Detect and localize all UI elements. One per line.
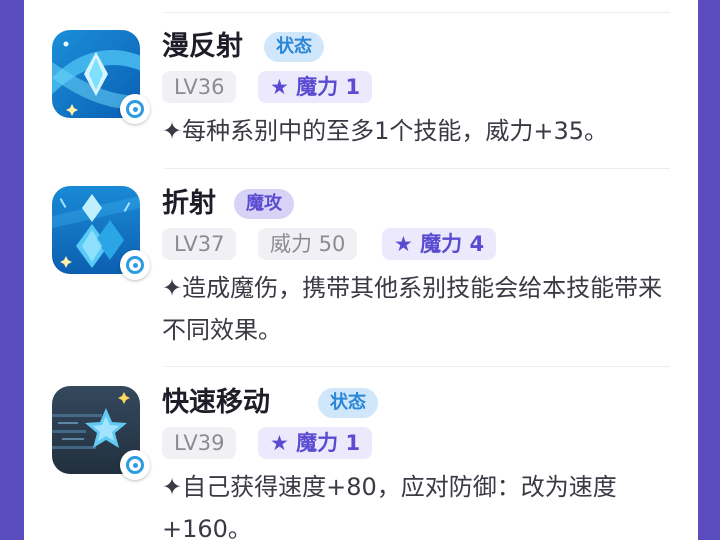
divider — [164, 366, 670, 367]
skill-description: ✦每种系别中的至多1个技能，威力+35。 — [162, 117, 609, 145]
magic-cost-chip: ★ 魔力 4 — [382, 228, 497, 260]
power-chip: 威力 50 — [258, 228, 358, 260]
skill-item[interactable]: 快速移动 状态 LV39 ★ 魔力 1 ✦自己获得速度+80，应对防御：改为速度… — [24, 368, 698, 540]
level-chip: LV39 — [162, 427, 237, 459]
element-badge-icon — [120, 94, 150, 124]
element-badge-icon — [120, 450, 150, 480]
level-chip: LV37 — [162, 228, 237, 260]
magic-cost-chip: ★ 魔力 1 — [258, 71, 373, 103]
skill-description: ✦造成魔伤，携带其他系别技能会给本技能带来不同效果。 — [162, 274, 663, 344]
skill-icon-wrap — [52, 186, 150, 280]
skill-description: ✦自己获得速度+80，应对防御：改为速度+160。 — [162, 473, 617, 540]
skill-name: 漫反射 — [162, 31, 243, 62]
skill-name: 折射 — [162, 188, 216, 219]
skill-type-tag: 状态 — [264, 32, 324, 62]
skill-item[interactable]: 漫反射 状态 LV36 ★ 魔力 1 ✦每种系别中的至多1个技能，威力+35。 — [24, 0, 698, 170]
skill-list-panel: 漫反射 状态 LV36 ★ 魔力 1 ✦每种系别中的至多1个技能，威力+35。 — [24, 0, 698, 540]
skill-name: 快速移动 — [162, 387, 270, 418]
divider — [164, 168, 670, 169]
skill-type-tag: 魔攻 — [234, 189, 294, 219]
level-chip: LV36 — [162, 71, 237, 103]
skill-type-tag: 状态 — [318, 388, 378, 418]
skill-item[interactable]: 折射 魔攻 LV37 威力 50 ★ 魔力 4 ✦造成魔伤，携带其他系别技能会给… — [24, 170, 698, 368]
skill-icon-wrap — [52, 386, 150, 480]
skill-icon-wrap — [52, 30, 150, 124]
element-badge-icon — [120, 250, 150, 280]
magic-cost-chip: ★ 魔力 1 — [258, 427, 373, 459]
